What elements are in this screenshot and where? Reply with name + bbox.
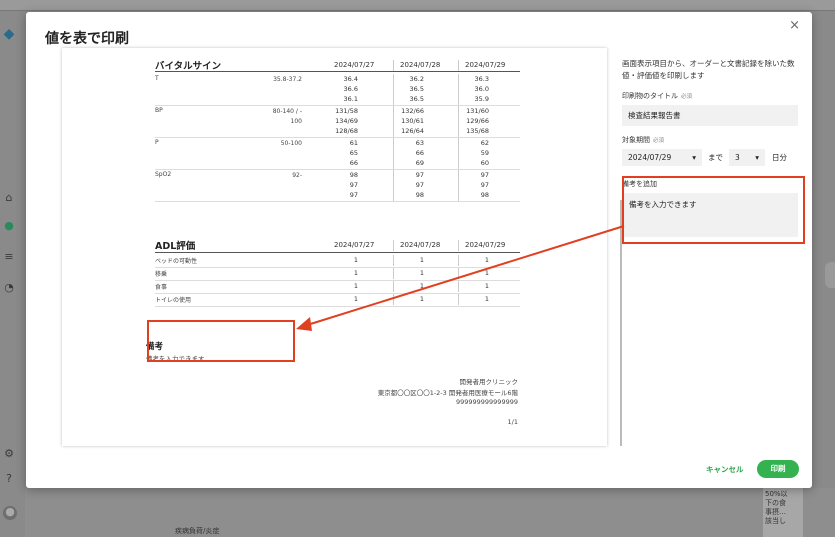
- arrow-line: [303, 225, 625, 327]
- annotation-arrow: [296, 225, 625, 331]
- arrow-head: [296, 317, 312, 331]
